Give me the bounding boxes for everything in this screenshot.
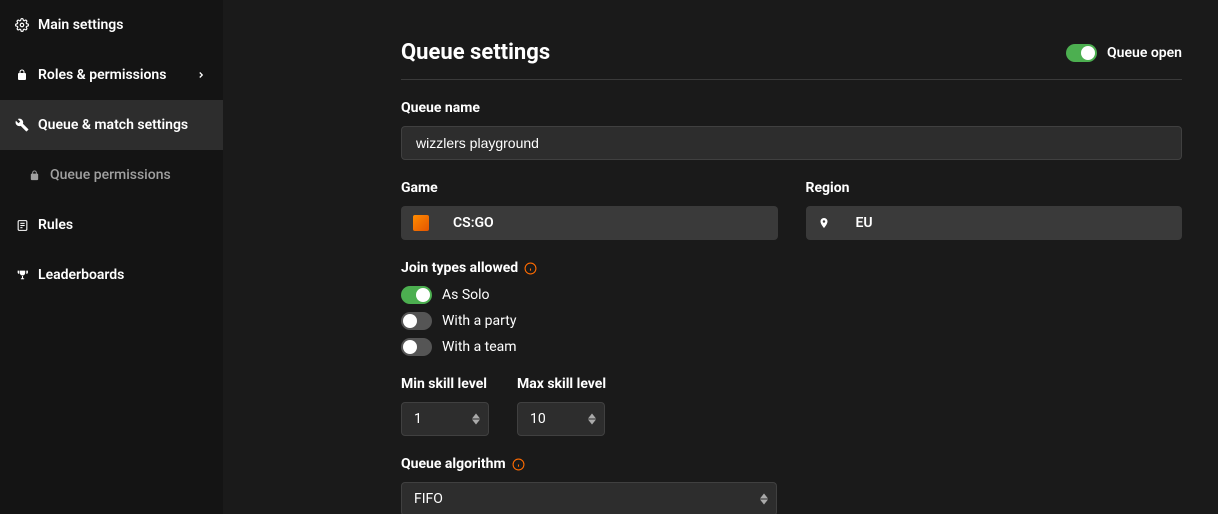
document-icon <box>14 217 30 233</box>
join-type-label: As Solo <box>442 287 490 303</box>
region-label: Region <box>806 180 1183 196</box>
page-title: Queue settings <box>401 40 550 65</box>
game-value: CS:GO <box>453 215 494 231</box>
join-type-team-toggle[interactable] <box>401 338 432 356</box>
info-icon[interactable] <box>524 262 537 275</box>
queue-algorithm-value: FIFO <box>414 491 443 507</box>
sidebar-item-roles-permissions[interactable]: Roles & permissions <box>0 50 223 100</box>
queue-name-input[interactable] <box>401 126 1182 160</box>
join-type-party-row: With a party <box>401 312 1182 330</box>
queue-name-label: Queue name <box>401 100 1182 116</box>
region-value: EU <box>856 215 873 231</box>
queue-open-group: Queue open <box>1066 44 1182 62</box>
min-skill-value: 1 <box>414 411 422 427</box>
min-skill-select[interactable]: 1 <box>401 402 489 436</box>
sidebar-item-label: Queue permissions <box>50 167 171 183</box>
queue-algorithm-label: Queue algorithm <box>401 456 1182 472</box>
stepper-icon <box>760 494 768 505</box>
queue-open-label: Queue open <box>1107 45 1182 61</box>
sidebar-item-label: Main settings <box>38 17 123 33</box>
chevron-right-icon <box>193 67 209 83</box>
sidebar-item-queue-match-settings[interactable]: Queue & match settings <box>0 100 223 150</box>
max-skill-value: 10 <box>530 411 546 427</box>
sidebar-item-label: Roles & permissions <box>38 67 166 83</box>
max-skill-label: Max skill level <box>517 376 606 392</box>
join-type-team-row: With a team <box>401 338 1182 356</box>
join-type-label: With a party <box>442 313 516 329</box>
max-skill-select[interactable]: 10 <box>517 402 605 436</box>
sidebar: Main settings Roles & permissions Queue … <box>0 0 223 514</box>
lock-icon <box>26 167 42 183</box>
queue-algorithm-select[interactable]: FIFO <box>401 482 777 514</box>
join-types-label: Join types allowed <box>401 260 1182 276</box>
tools-icon <box>14 117 30 133</box>
pin-icon <box>818 216 832 230</box>
sidebar-item-label: Rules <box>38 217 73 233</box>
lock-icon <box>14 67 30 83</box>
stepper-icon <box>588 414 596 425</box>
region-select[interactable]: EU <box>806 206 1183 240</box>
sidebar-item-label: Queue & match settings <box>38 117 188 133</box>
queue-open-toggle[interactable] <box>1066 44 1097 62</box>
join-type-solo-row: As Solo <box>401 286 1182 304</box>
game-icon <box>413 215 429 231</box>
sidebar-item-label: Leaderboards <box>38 267 124 283</box>
join-type-solo-toggle[interactable] <box>401 286 432 304</box>
sidebar-item-rules[interactable]: Rules <box>0 200 223 250</box>
game-label: Game <box>401 180 778 196</box>
main-content: Queue settings Queue open Queue name Gam… <box>223 0 1218 514</box>
sidebar-item-queue-permissions[interactable]: Queue permissions <box>0 150 223 200</box>
gear-icon <box>14 17 30 33</box>
header-row: Queue settings Queue open <box>401 40 1182 80</box>
stepper-icon <box>472 414 480 425</box>
sidebar-item-leaderboards[interactable]: Leaderboards <box>0 250 223 300</box>
join-type-label: With a team <box>442 339 517 355</box>
sidebar-item-main-settings[interactable]: Main settings <box>0 0 223 50</box>
join-type-party-toggle[interactable] <box>401 312 432 330</box>
min-skill-label: Min skill level <box>401 376 489 392</box>
info-icon[interactable] <box>512 458 525 471</box>
trophy-icon <box>14 267 30 283</box>
game-select[interactable]: CS:GO <box>401 206 778 240</box>
